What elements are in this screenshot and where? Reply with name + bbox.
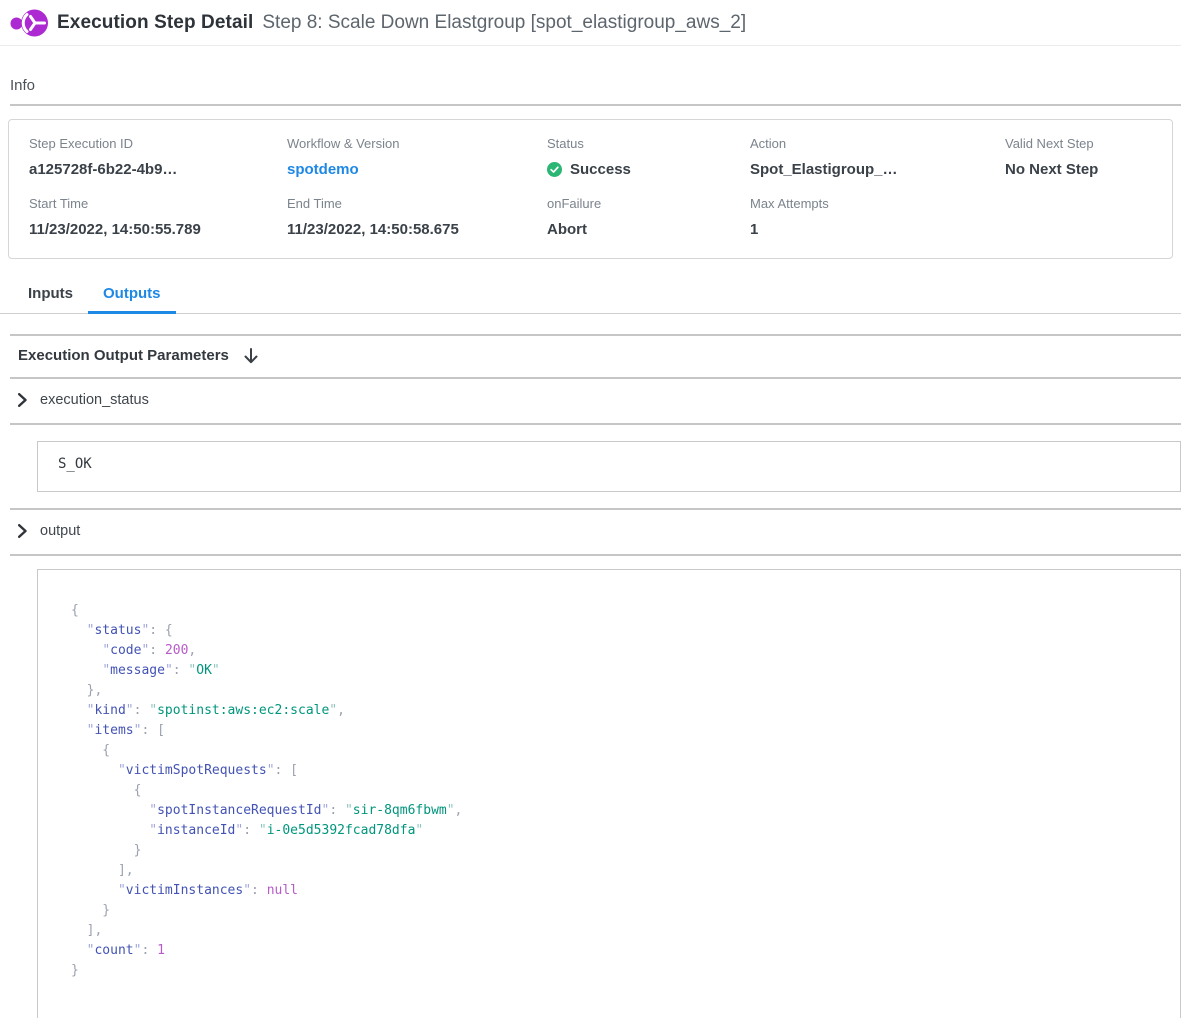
field-value: 11/23/2022, 14:50:55.789 — [29, 221, 287, 238]
json-code: { "status": { "code": 200, "message": "O… — [71, 601, 1160, 981]
info-card: Step Execution ID a125728f-6b22-4b9… Wor… — [8, 119, 1173, 259]
field-label: Start Time — [29, 196, 287, 211]
field-onfailure: onFailure Abort — [547, 196, 750, 238]
divider — [10, 104, 1181, 106]
divider — [10, 554, 1181, 556]
chevron-right-icon — [18, 524, 27, 538]
field-value: a125728f-6b22-4b9… — [29, 161, 287, 178]
page-subtitle: Step 8: Scale Down Elastgroup [spot_elas… — [262, 12, 746, 34]
param-name: output — [40, 523, 80, 539]
field-label: End Time — [287, 196, 547, 211]
page-title: Execution Step Detail — [57, 12, 253, 34]
tab-bar: Inputs Outputs — [0, 282, 1181, 314]
field-value: 1 — [750, 221, 1005, 238]
execution-status-value-box: S_OK — [37, 441, 1181, 492]
output-json-box: { "status": { "code": 200, "message": "O… — [37, 569, 1181, 1018]
workflow-link[interactable]: spotdemo — [287, 161, 547, 178]
success-check-icon — [547, 162, 562, 177]
field-label: Valid Next Step — [1005, 136, 1172, 151]
field-workflow-version: Workflow & Version spotdemo — [287, 136, 547, 178]
field-step-execution-id: Step Execution ID a125728f-6b22-4b9… — [29, 136, 287, 178]
spot-logo-icon — [10, 7, 48, 39]
field-value: Spot_Elastigroup_… — [750, 161, 1005, 178]
field-label: Workflow & Version — [287, 136, 547, 151]
chevron-right-icon — [18, 393, 27, 407]
status-badge: Success — [547, 161, 750, 178]
field-start-time: Start Time 11/23/2022, 14:50:55.789 — [29, 196, 287, 238]
status-text: Success — [570, 161, 631, 178]
field-label: Status — [547, 136, 750, 151]
field-action: Action Spot_Elastigroup_… — [750, 136, 1005, 178]
output-parameters-header: Execution Output Parameters — [0, 336, 1181, 377]
info-section-label: Info — [10, 77, 1181, 94]
tab-inputs[interactable]: Inputs — [13, 282, 88, 314]
field-value: 11/23/2022, 14:50:58.675 — [287, 221, 547, 238]
field-value: Abort — [547, 221, 750, 238]
field-label: onFailure — [547, 196, 750, 211]
field-valid-next-step: Valid Next Step No Next Step — [1005, 136, 1172, 178]
divider — [10, 423, 1181, 425]
tab-outputs[interactable]: Outputs — [88, 282, 176, 314]
param-row-execution-status[interactable]: execution_status — [0, 379, 1181, 423]
param-name: execution_status — [40, 392, 149, 408]
header: Execution Step Detail Step 8: Scale Down… — [0, 0, 1181, 46]
field-value: No Next Step — [1005, 161, 1172, 178]
field-status: Status Success — [547, 136, 750, 178]
field-label: Max Attempts — [750, 196, 1005, 211]
field-label: Action — [750, 136, 1005, 151]
field-label: Step Execution ID — [29, 136, 287, 151]
field-max-attempts: Max Attempts 1 — [750, 196, 1005, 238]
section-title: Execution Output Parameters — [18, 347, 229, 364]
param-row-output[interactable]: output — [0, 510, 1181, 554]
arrow-down-icon[interactable] — [244, 348, 258, 364]
field-end-time: End Time 11/23/2022, 14:50:58.675 — [287, 196, 547, 238]
